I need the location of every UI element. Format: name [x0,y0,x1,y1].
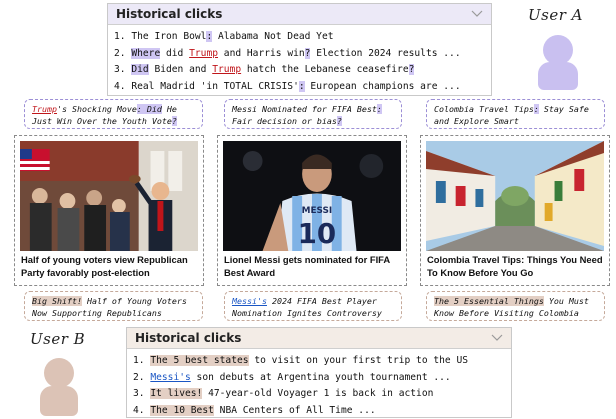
user-a-rewrite-3: Colombia Travel Tips: Stay Safe and Expl… [426,99,605,129]
user-a-click-4[interactable]: 4. Real Madrid 'in TOTAL CRISIS': Europe… [114,79,491,96]
user-b-label: User B [30,330,86,348]
user-b-history-header[interactable]: Historical clicks [127,328,511,349]
user-a-history-title: Historical clicks [116,7,223,21]
user-b-rewrite-3: The 5 Essential Things You Must Know Bef… [426,291,605,321]
user-a-click-3[interactable]: 3. Did Biden and Trump hatch the Lebanes… [114,62,491,79]
user-a-rewrite-2: Messi Nominated for FIFA Best: Fair deci… [224,99,402,129]
user-a-click-2[interactable]: 2. Where did Trump and Harris win? Elect… [114,46,491,63]
news-card-1[interactable]: Half of young voters view Republican Par… [14,135,204,286]
chevron-down-icon[interactable] [471,10,483,18]
colombia-street-image [426,141,604,251]
messi-image: MESSI 10 [223,141,401,251]
user-b-history-title: Historical clicks [135,331,242,345]
messi-link: Messi's [150,371,191,383]
user-b-rewrite-1: Big Shift! Half of Young Voters Now Supp… [24,291,203,321]
user-a-history-panel: Historical clicks 1. The Iron Bowl: Alab… [107,3,492,96]
user-b-click-1[interactable]: 1. The 5 best states to visit on your fi… [133,353,511,370]
chevron-down-icon[interactable] [491,334,503,342]
user-a-click-1[interactable]: 1. The Iron Bowl: Alabama Not Dead Yet [114,29,491,46]
news-title-2: Lionel Messi gets nominated for FIFA Bes… [224,254,390,278]
jersey-name: MESSI [302,206,333,216]
user-b-rewrite-2: Messi's 2024 FIFA Best Player Nomination… [224,291,402,321]
user-b-click-4[interactable]: 4. The 10 Best NBA Centers of All Time .… [133,403,511,419]
news-card-3[interactable]: Colombia Travel Tips: Things You Need To… [420,135,610,286]
news-title-3: Colombia Travel Tips: Things You Need To… [427,254,603,278]
user-a-label: User A [528,6,583,24]
user-b-history-panel: Historical clicks 1. The 5 best states t… [126,327,512,418]
messi-link: Messi's [232,296,267,306]
trump-link: Trump [189,47,219,59]
trump-link: Trump [212,64,242,75]
news-title-1: Half of young voters view Republican Par… [21,254,188,278]
news-card-2[interactable]: MESSI 10 Lionel Messi gets nominated for… [217,135,407,286]
user-a-rewrite-1: Trump's Shocking Move: Did He Just Win O… [24,99,203,129]
user-b-click-2[interactable]: 2. Messi's son debuts at Argentina youth… [133,370,511,387]
trump-rally-image [20,141,198,251]
user-b-click-3[interactable]: 3. It lives! 47-year-old Voyager 1 is ba… [133,386,511,403]
jersey-number: 10 [298,217,337,250]
user-b-click-list: 1. The 5 best states to visit on your fi… [127,349,511,419]
user-a-history-header[interactable]: Historical clicks [108,4,491,25]
user-a-click-list: 1. The Iron Bowl: Alabama Not Dead Yet 2… [108,25,491,95]
